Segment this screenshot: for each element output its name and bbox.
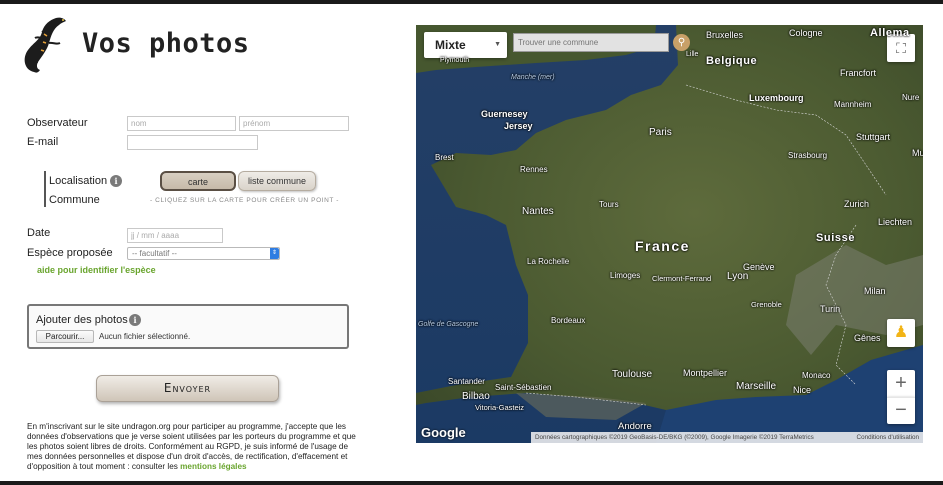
caret-down-icon: ▼ (494, 41, 501, 48)
map-label-france: France (635, 238, 690, 254)
search-icon[interactable]: ⚲ (673, 34, 690, 51)
map-label-la-rochelle: La Rochelle (527, 257, 570, 266)
photo-upload-box: Ajouter des photos i Parcourir... Aucun … (27, 304, 349, 349)
map-label-mannheim: Mannheim (834, 100, 872, 109)
street-view-pegman-icon[interactable]: ♟ (887, 319, 915, 347)
map-label-geneve: Genève (743, 262, 775, 272)
map-label-limoges: Limoges (610, 271, 641, 280)
file-status: Aucun fichier sélectionné. (99, 332, 191, 341)
map-attribution-text: Données cartographiques ©2019 GeoBasis-D… (535, 434, 814, 441)
map-label-tours: Tours (599, 200, 619, 209)
map-label-saint-sebastien: Saint-Sébastien (495, 383, 552, 392)
map-label-bordeaux: Bordeaux (551, 316, 586, 325)
map-label-guernesey: Guernesey (481, 109, 528, 119)
map-label-lille: Lille (686, 51, 699, 58)
lastname-input[interactable] (127, 116, 236, 131)
legal-mentions-link[interactable]: mentions légales (180, 462, 246, 471)
map-label-andorre: Andorre (618, 421, 652, 432)
map-type-value: Mixte (435, 38, 466, 52)
map-label-jersey: Jersey (504, 121, 533, 131)
toggle-map-button[interactable]: carte (160, 171, 236, 191)
map-label-zurich: Zurich (844, 199, 870, 209)
browse-button[interactable]: Parcourir... (36, 330, 94, 343)
google-logo: Google (421, 425, 466, 440)
localisation-info-icon[interactable]: i (110, 175, 122, 187)
map-label-lyon: Lyon (727, 271, 749, 282)
select-arrows-icon: ⇕ (270, 248, 279, 259)
map-view[interactable]: Mixte ▼ ⚲ ⛶ ♟ + − Bruxelles Cologne Alle… (416, 25, 923, 443)
map-label-cologne: Cologne (789, 28, 823, 38)
map-label-belgique: Belgique (706, 55, 758, 67)
photos-label: Ajouter des photos (36, 314, 128, 326)
map-label-strasbourg: Strasbourg (788, 151, 828, 160)
map-attribution: Données cartographiques ©2019 GeoBasis-D… (531, 432, 923, 443)
commune-label: Commune (49, 194, 100, 206)
map-label-santander: Santander (448, 377, 485, 386)
map-label-turin: Turin (820, 304, 841, 314)
submit-button[interactable]: Envoyer (96, 375, 279, 402)
legal-notice: En m'inscrivant sur le site undragon.org… (27, 422, 357, 472)
map-label-toulouse: Toulouse (612, 369, 653, 380)
email-label: E-mail (27, 136, 59, 148)
localisation-label: Localisation (49, 175, 108, 187)
map-label-luxembourg: Luxembourg (749, 93, 804, 103)
terms-link[interactable]: Conditions d'utilisation (857, 432, 919, 443)
date-label: Date (27, 227, 51, 239)
observer-label: Observateur (27, 117, 88, 129)
commune-search-input[interactable] (513, 33, 669, 52)
species-label: Espèce proposée (27, 247, 113, 259)
map-label-grenoble: Grenoble (751, 300, 782, 309)
email-input[interactable] (127, 135, 258, 150)
species-select-value: -- facultatif -- (132, 249, 177, 258)
map-label-golfe-de-gascogne: Golfe de Gascogne (418, 321, 479, 328)
zoom-in-button[interactable]: + (887, 370, 915, 397)
species-select[interactable]: -- facultatif -- ⇕ (127, 247, 280, 260)
map-label-brest: Brest (435, 153, 454, 162)
map-label-montpellier: Montpellier (683, 368, 728, 378)
map-label-milan: Milan (864, 286, 886, 296)
top-border (0, 0, 943, 4)
map-label-munich: Mu (912, 148, 923, 158)
map-label-francfort: Francfort (840, 68, 877, 78)
map-label-suisse: Suisse (816, 232, 856, 244)
date-input[interactable] (127, 228, 223, 243)
localisation-divider (44, 171, 46, 207)
map-hint: - Cliquez sur la carte pour créer un poi… (150, 197, 340, 204)
page-title: Vos photos (82, 28, 250, 59)
toggle-commune-list-button[interactable]: liste commune (238, 171, 316, 191)
firstname-input[interactable] (239, 116, 349, 131)
map-type-select[interactable]: Mixte ▼ (424, 32, 507, 58)
map-label-nice: Nice (793, 385, 812, 395)
map-label-monaco: Monaco (802, 371, 831, 380)
salamander-logo-icon (24, 17, 66, 73)
zoom-out-button[interactable]: − (887, 397, 915, 424)
map-label-plymouth: Plymouth (440, 57, 470, 64)
map-label-manche: Manche (mer) (511, 74, 555, 81)
map-label-nantes: Nantes (522, 206, 554, 217)
map-label-bruxelles: Bruxelles (706, 30, 744, 40)
species-help-link[interactable]: aide pour identifier l'espèce (37, 265, 156, 275)
bottom-border (0, 481, 943, 485)
map-label-liechtenstein: Liechten (878, 217, 913, 227)
map-label-nuremberg: Nure (902, 93, 920, 102)
map-label-paris: Paris (649, 127, 672, 138)
map-label-stuttgart: Stuttgart (856, 132, 891, 142)
map-label-rennes: Rennes (520, 165, 548, 174)
map-label-allemagne: Allema (870, 27, 910, 39)
map-label-genes: Gênes (854, 333, 881, 343)
map-label-bilbao: Bilbao (462, 391, 490, 402)
photos-info-icon[interactable]: i (129, 314, 141, 326)
map-label-vitoria-gasteiz: Vitoria-Gasteiz (475, 403, 525, 412)
map-label-clermont-ferrand: Clermont-Ferrand (652, 274, 712, 283)
map-label-marseille: Marseille (736, 381, 777, 392)
